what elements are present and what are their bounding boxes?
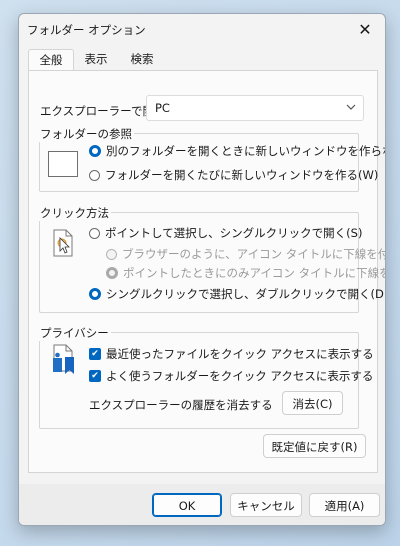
radio-indicator	[89, 288, 101, 300]
checkbox-label: よく使うフォルダーをクイック アクセスに表示する	[106, 369, 374, 383]
dialog-footer: OK キャンセル 適用(A)	[19, 484, 385, 525]
pointer-click-icon	[52, 229, 74, 260]
radio-single-click[interactable]: ポイントして選択し、シングルクリックで開く(S)	[89, 225, 362, 241]
radio-indicator	[106, 248, 117, 260]
radio-label: ブラウザーのように、アイコン タイトルに下線を付ける(B)	[122, 247, 385, 261]
ok-button[interactable]: OK	[152, 493, 222, 517]
apply-button[interactable]: 適用(A)	[309, 493, 380, 517]
browse-folders-group: フォルダーの参照 別のフォルダーを開くときに新しいウィンドウを作らない(M) フ…	[38, 126, 385, 192]
quick-access-icon	[51, 343, 77, 378]
checkbox-label: 最近使ったファイルをクイック アクセスに表示する	[106, 347, 374, 361]
close-icon: ✕	[358, 19, 372, 39]
general-tab-panel: エクスプローラーで開く: PC フォルダーの参照 別のフォルダーを開くときに新し…	[28, 70, 385, 473]
radio-label: フォルダーを開くたびに新しいウィンドウを作る(W)	[105, 168, 379, 182]
tab-view[interactable]: 表示	[74, 49, 118, 70]
radio-double-click[interactable]: シングルクリックで選択し、ダブルクリックで開く(D)	[89, 286, 386, 302]
open-explorer-value: PC	[155, 101, 170, 115]
check-icon: ✔	[89, 370, 101, 382]
checkbox-recent-files[interactable]: ✔ 最近使ったファイルをクイック アクセスに表示する	[89, 346, 374, 362]
window-title: フォルダー オプション	[27, 23, 146, 37]
checkbox-frequent-folders[interactable]: ✔ よく使うフォルダーをクイック アクセスに表示する	[89, 368, 373, 384]
radio-indicator	[106, 267, 118, 279]
privacy-legend: プライバシー	[38, 325, 111, 341]
radio-underline-on-point: ポイントしたときにのみアイコン タイトルに下線を付ける(	[106, 265, 385, 281]
radio-indicator	[89, 169, 100, 181]
radio-underline-always: ブラウザーのように、アイコン タイトルに下線を付ける(B)	[106, 246, 385, 262]
radio-same-window[interactable]: 別のフォルダーを開くときに新しいウィンドウを作らない(M)	[89, 143, 385, 159]
chevron-down-icon	[346, 99, 356, 118]
radio-label: ポイントして選択し、シングルクリックで開く(S)	[105, 226, 363, 240]
radio-label: シングルクリックで選択し、ダブルクリックで開く(D)	[106, 287, 386, 301]
window-icon	[48, 151, 78, 177]
check-icon: ✔	[89, 348, 101, 360]
radio-indicator	[89, 227, 100, 239]
close-button[interactable]: ✕	[345, 14, 385, 44]
cancel-button[interactable]: キャンセル	[230, 493, 302, 517]
title-bar[interactable]: フォルダー オプション ✕	[19, 14, 385, 44]
folder-options-dialog: フォルダー オプション ✕ 全般 表示 検索 エクスプローラーで開く: PC フ…	[18, 13, 386, 526]
open-explorer-select[interactable]: PC	[146, 95, 364, 121]
browse-folders-legend: フォルダーの参照	[38, 126, 134, 142]
radio-label: 別のフォルダーを開くときに新しいウィンドウを作らない(M)	[106, 144, 385, 158]
click-method-legend: クリック方法	[38, 205, 111, 221]
tab-search[interactable]: 検索	[120, 49, 164, 70]
click-method-group: クリック方法 ポイントして選択し、シングルクリックで開く(S) ブラウザーのよう…	[38, 205, 385, 313]
radio-new-window[interactable]: フォルダーを開くたびに新しいウィンドウを作る(W)	[89, 167, 378, 183]
restore-defaults-button[interactable]: 既定値に戻す(R)	[263, 434, 366, 458]
tab-general[interactable]: 全般	[28, 49, 74, 72]
privacy-group: プライバシー ✔ 最近使ったファイルをクイック アクセスに表示する ✔ よく使う…	[38, 325, 374, 429]
clear-history-button[interactable]: 消去(C)	[282, 391, 343, 415]
radio-indicator	[89, 145, 101, 157]
clear-history-label: エクスプローラーの履歴を消去する	[89, 398, 273, 412]
radio-label: ポイントしたときにのみアイコン タイトルに下線を付ける(	[123, 266, 385, 280]
